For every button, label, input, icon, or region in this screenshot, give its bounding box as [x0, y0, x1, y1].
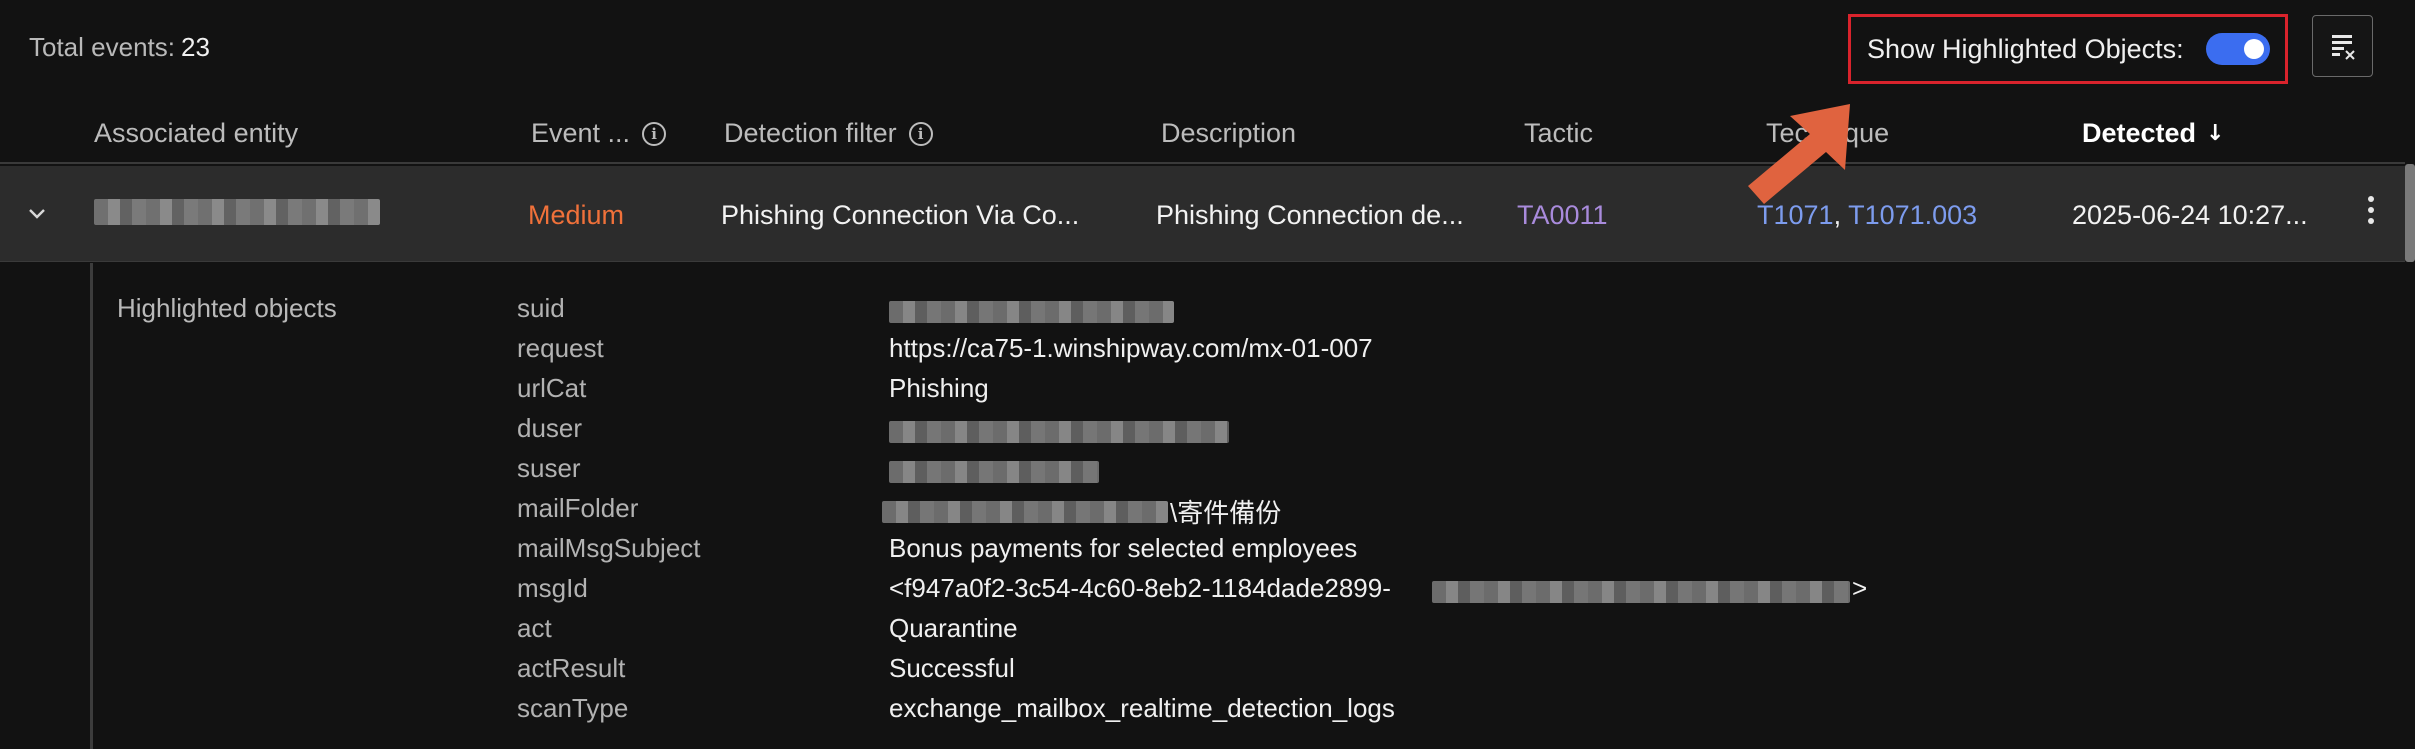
detail-value: <f947a0f2-3c54-4c60-8eb2-1184dade2899-: [889, 573, 1391, 603]
event-log-page: Total events: 23 Show Highlighted Objects…: [0, 0, 2415, 749]
highlight-toggle-switch[interactable]: [2205, 33, 2270, 65]
detail-value: Successful: [889, 653, 1015, 683]
redacted-value: [889, 301, 1174, 323]
detail-key: suid: [517, 293, 565, 323]
table-header: Associated entity Event ... i Detection …: [0, 108, 2405, 164]
highlighted-objects-title: Highlighted objects: [117, 293, 337, 323]
redacted-entity: [94, 199, 380, 225]
scrollbar-thumb[interactable]: [2405, 164, 2415, 262]
detail-rail: [90, 263, 93, 749]
table-row[interactable]: Medium Phishing Connection Via Co... Phi…: [0, 166, 2405, 262]
detail-value: Quarantine: [889, 613, 1018, 643]
detail-key: scanType: [517, 693, 629, 723]
redacted-value: [889, 421, 1229, 443]
detail-value-suffix: >: [1852, 573, 1868, 603]
detail-key: msgId: [517, 573, 588, 603]
col-event-label: Event ...: [531, 118, 631, 148]
total-events: Total events: 23: [29, 32, 210, 63]
detail-key: mailMsgSubject: [517, 533, 701, 563]
redacted-value: [889, 461, 1099, 483]
col-detection-filter[interactable]: Detection filter i: [724, 118, 933, 149]
highlighted-objects-panel: Highlighted objects suid request https:/…: [0, 263, 2415, 749]
tactic-link[interactable]: TA0011: [1517, 200, 1608, 231]
toggle-knob: [2243, 39, 2264, 59]
detail-value: exchange_mailbox_realtime_detection_logs: [889, 693, 1395, 723]
col-description-label: Description: [1161, 118, 1297, 148]
clear-filter-button[interactable]: [2312, 15, 2373, 77]
annotation-arrow-icon: [1748, 104, 1850, 204]
clear-filter-icon: [2331, 35, 2355, 60]
highlight-toggle-box: Show Highlighted Objects:: [1848, 14, 2288, 84]
detail-key: act: [517, 613, 552, 643]
col-detected[interactable]: Detected ↓: [2082, 118, 2224, 149]
info-icon[interactable]: i: [908, 121, 933, 146]
detection-filter-cell: Phishing Connection Via Co...: [721, 200, 1080, 230]
detail-value: https://ca75-1.winshipway.com/mx-01-007: [889, 333, 1373, 363]
col-associated-entity-label: Associated entity: [94, 118, 299, 148]
detail-key: request: [517, 333, 604, 363]
description-cell: Phishing Connection de...: [1156, 200, 1464, 230]
sort-descending-icon[interactable]: ↓: [2206, 121, 2224, 146]
detail-key: mailFolder: [517, 493, 639, 523]
detected-cell: 2025-06-24 10:27...: [2072, 200, 2308, 230]
col-detection-filter-label: Detection filter: [724, 118, 897, 148]
redacted-value: [1432, 581, 1850, 603]
detail-value: Bonus payments for selected employees: [889, 533, 1358, 563]
chevron-down-icon[interactable]: [26, 202, 48, 224]
col-description[interactable]: Description: [1161, 118, 1296, 149]
redacted-value: [882, 501, 1168, 523]
info-icon[interactable]: i: [642, 121, 667, 146]
col-associated-entity[interactable]: Associated entity: [94, 118, 298, 149]
col-tactic[interactable]: Tactic: [1524, 118, 1593, 149]
highlight-toggle-label: Show Highlighted Objects:: [1867, 33, 2184, 64]
col-event[interactable]: Event ... i: [531, 118, 667, 149]
col-detected-label: Detected: [2082, 118, 2197, 148]
col-tactic-label: Tactic: [1524, 118, 1594, 148]
total-events-count: 23: [180, 32, 210, 62]
severity-badge: Medium: [528, 200, 625, 230]
technique-link[interactable]: T1071.003: [1848, 200, 1977, 230]
detail-value: Phishing: [889, 373, 989, 403]
total-events-label: Total events:: [29, 32, 175, 62]
detail-key: duser: [517, 413, 583, 443]
more-options-icon[interactable]: [2366, 196, 2376, 229]
detail-key: urlCat: [517, 373, 587, 403]
detail-key: suser: [517, 453, 581, 483]
detail-value: \寄件備份: [1170, 498, 1282, 528]
detail-key: actResult: [517, 653, 626, 683]
